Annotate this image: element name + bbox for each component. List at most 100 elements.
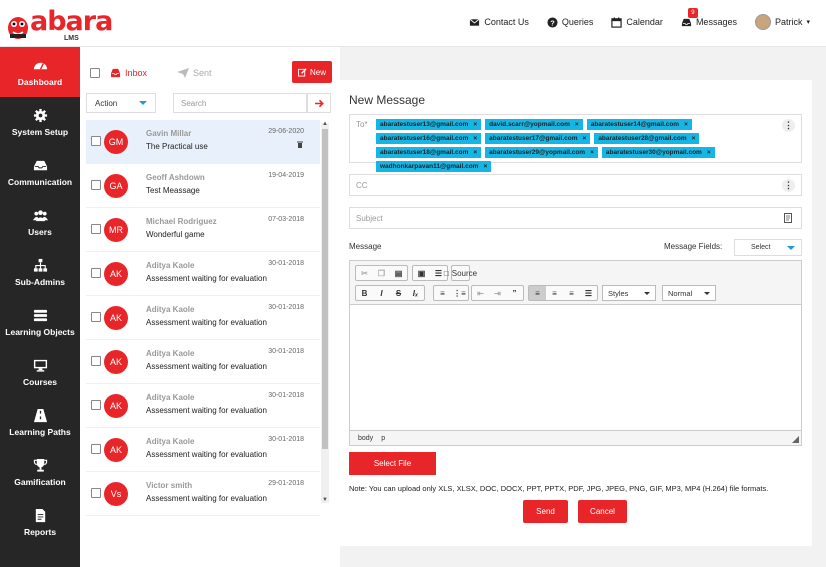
remove-recipient-icon[interactable]: × — [483, 163, 487, 170]
clear-format-icon[interactable]: Iₓ — [407, 286, 424, 300]
row-checkbox[interactable] — [91, 356, 101, 366]
scrollbar-thumb[interactable] — [322, 129, 328, 449]
outdent-icon[interactable]: ⇤ — [472, 286, 489, 300]
send-button[interactable]: Send — [523, 500, 568, 523]
search-submit-button[interactable] — [307, 93, 331, 113]
sidebar-item-communication[interactable]: Communication — [0, 147, 80, 197]
remove-recipient-icon[interactable]: × — [473, 135, 477, 142]
sidebar-item-learning-paths[interactable]: Learning Paths — [0, 397, 80, 447]
recipient-chip[interactable]: abaratestuser29@yopmail.com × — [485, 147, 598, 158]
paste-icon[interactable]: ▤ — [390, 266, 407, 280]
subject-field[interactable]: Subject — [349, 207, 802, 229]
cancel-button[interactable]: Cancel — [578, 500, 627, 523]
remove-recipient-icon[interactable]: × — [575, 121, 579, 128]
recipient-chip[interactable]: abaratestuser13@gmail.com × — [376, 119, 482, 130]
message-row[interactable]: AK Aditya Kaole Assessment waiting for eva… — [86, 340, 320, 384]
row-checkbox[interactable] — [91, 268, 101, 278]
template-icon[interactable] — [784, 213, 792, 223]
message-row[interactable]: Vs Victor smith Assessment waiting for eva… — [86, 472, 320, 516]
row-checkbox[interactable] — [91, 400, 101, 410]
recipient-chip[interactable]: abaratestuser17@gmail.com × — [485, 133, 591, 144]
align-right-icon[interactable]: ≡ — [563, 286, 580, 300]
sidebar-item-dashboard[interactable]: Dashboard — [0, 47, 80, 97]
row-checkbox[interactable] — [91, 312, 101, 322]
numbered-list-icon[interactable]: ≡ — [434, 286, 451, 300]
align-left-icon[interactable]: ≡ — [529, 286, 546, 300]
indent-icon[interactable]: ⇥ — [489, 286, 506, 300]
messages-link[interactable]: 9 Messages — [681, 7, 737, 28]
message-fields-select[interactable]: Select — [734, 239, 802, 256]
message-row[interactable]: AK Aditya Kaole Assessment waiting for eva… — [86, 296, 320, 340]
blockquote-icon[interactable]: ” — [506, 286, 523, 300]
folder-inbox[interactable]: Inbox — [110, 68, 147, 78]
image-icon[interactable]: ▣ — [413, 266, 430, 280]
folder-sent[interactable]: Sent — [177, 68, 212, 78]
bullet-list-icon[interactable]: ⋮≡ — [451, 286, 468, 300]
cut-icon[interactable]: ✂ — [356, 266, 373, 280]
path-body[interactable]: body — [358, 435, 373, 442]
sidebar-item-system-setup[interactable]: System Setup — [0, 97, 80, 147]
scroll-up-icon[interactable]: ▲ — [322, 121, 328, 127]
action-dropdown[interactable]: Action — [86, 93, 156, 113]
user-menu[interactable]: Patrick ▾ — [754, 14, 810, 30]
search-input[interactable]: Search — [173, 93, 307, 113]
message-row[interactable]: AK Aditya Kaole Assessment waiting for eva… — [86, 428, 320, 472]
strikethrough-icon[interactable]: S — [390, 286, 407, 300]
message-row[interactable]: AK Aditya Kaole Assessment waiting for eva… — [86, 252, 320, 296]
message-row[interactable]: AK Aditya Kaole Assessment waiting for eva… — [86, 384, 320, 428]
bold-icon[interactable]: B — [356, 286, 373, 300]
row-checkbox[interactable] — [91, 444, 101, 454]
select-file-button[interactable]: Select File — [349, 452, 436, 475]
contact-us-link[interactable]: Contact Us — [469, 17, 529, 28]
styles-dropdown[interactable]: Styles — [602, 285, 656, 301]
remove-recipient-icon[interactable]: × — [473, 121, 477, 128]
sidebar-item-reports[interactable]: Reports — [0, 497, 80, 547]
recipient-chip[interactable]: abaratestuser14@gmail.com × — [586, 119, 692, 130]
path-p[interactable]: p — [381, 435, 385, 442]
remove-recipient-icon[interactable]: × — [692, 135, 696, 142]
more-icon[interactable]: ⋮ — [782, 119, 795, 132]
sidebar-item-gamification[interactable]: Gamification — [0, 447, 80, 497]
recipient-chip[interactable]: abaratestuser28@gmail.com × — [594, 133, 700, 144]
align-center-icon[interactable]: ≡ — [546, 286, 563, 300]
message-row[interactable]: GM Gavin Millar The Practical use 29-06-202… — [86, 120, 320, 164]
recipient-chip[interactable]: abaratestuser18@gmail.com × — [376, 147, 482, 158]
recipient-chip[interactable]: abaratestuser30@yopmail.com × — [601, 147, 715, 158]
remove-recipient-icon[interactable]: × — [583, 135, 587, 142]
format-dropdown[interactable]: Normal — [662, 285, 716, 301]
remove-recipient-icon[interactable]: × — [684, 121, 688, 128]
sidebar-item-learning-objects[interactable]: Learning Objects — [0, 297, 80, 347]
source-button[interactable]: □ Source — [444, 265, 477, 281]
sidebar-item-courses[interactable]: Courses — [0, 347, 80, 397]
cc-field[interactable]: CC ⋮ — [349, 174, 802, 196]
message-row[interactable]: MR Michael Rodriguez Wonderful game 07-03-2… — [86, 208, 320, 252]
row-checkbox[interactable] — [91, 180, 101, 190]
rich-text-editor[interactable]: ✂ ❐ ▤ ▣ ☰ □ Source B I S Iₓ ≡ ⋮≡ ⇤ ⇥ ” ≡… — [349, 260, 802, 446]
sidebar-item-sub-admins[interactable]: Sub-Admins — [0, 247, 80, 297]
message-date: 30-01-2018 — [268, 392, 304, 399]
remove-recipient-icon[interactable]: × — [707, 149, 711, 156]
italic-icon[interactable]: I — [373, 286, 390, 300]
remove-recipient-icon[interactable]: × — [473, 149, 477, 156]
recipient-chip[interactable]: abaratestuser16@gmail.com × — [376, 133, 482, 144]
scroll-down-icon[interactable]: ▼ — [322, 497, 328, 503]
recipient-chip[interactable]: wadhonkarpavan11@gmail.com × — [376, 161, 492, 172]
row-checkbox[interactable] — [91, 136, 101, 146]
to-field[interactable]: To* abaratestuser13@gmail.com × david.scar… — [349, 114, 802, 172]
copy-icon[interactable]: ❐ — [373, 266, 390, 280]
resize-handle-icon[interactable] — [792, 436, 799, 443]
row-checkbox[interactable] — [91, 224, 101, 234]
message-row[interactable]: GA Geoff Ashdown Test Meassage 19-04-2019 — [86, 164, 320, 208]
trash-icon[interactable] — [297, 141, 303, 148]
select-all-checkbox[interactable] — [90, 68, 100, 78]
recipient-chip[interactable]: david.scarr@yopmail.com × — [485, 119, 583, 130]
more-icon[interactable]: ⋮ — [782, 179, 795, 192]
remove-recipient-icon[interactable]: × — [590, 149, 594, 156]
new-message-button[interactable]: New — [292, 61, 332, 83]
sidebar-item-users[interactable]: Users — [0, 197, 80, 247]
justify-icon[interactable]: ☰ — [580, 286, 597, 300]
calendar-link[interactable]: Calendar — [611, 16, 663, 28]
queries-link[interactable]: ? Queries — [547, 16, 593, 28]
abara-logo[interactable]: abara LMS — [4, 6, 114, 44]
row-checkbox[interactable] — [91, 488, 101, 498]
